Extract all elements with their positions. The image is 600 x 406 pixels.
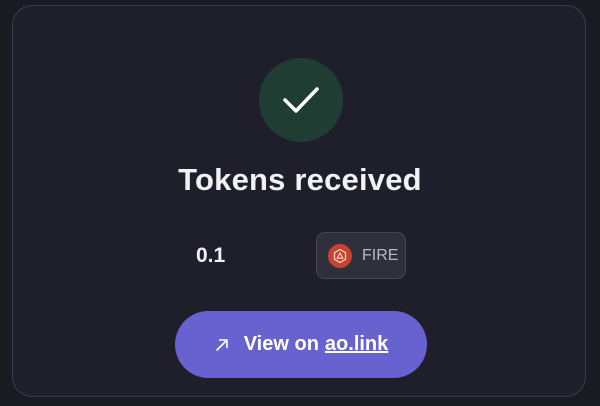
arrow-up-right-icon [214, 337, 230, 353]
checkmark-icon [281, 84, 321, 116]
success-badge [259, 58, 343, 142]
fire-token-logo-icon [328, 243, 352, 268]
dialog-title: Tokens received [178, 162, 422, 197]
view-on-label: View on [243, 333, 319, 355]
aolink-link[interactable]: ao.link [325, 333, 388, 356]
token-chip: FIRE [316, 232, 406, 279]
view-on-aolink-button[interactable]: View on ao.link [175, 311, 427, 378]
token-ticker: FIRE [362, 246, 399, 264]
token-amount: 0.1 [196, 244, 226, 267]
